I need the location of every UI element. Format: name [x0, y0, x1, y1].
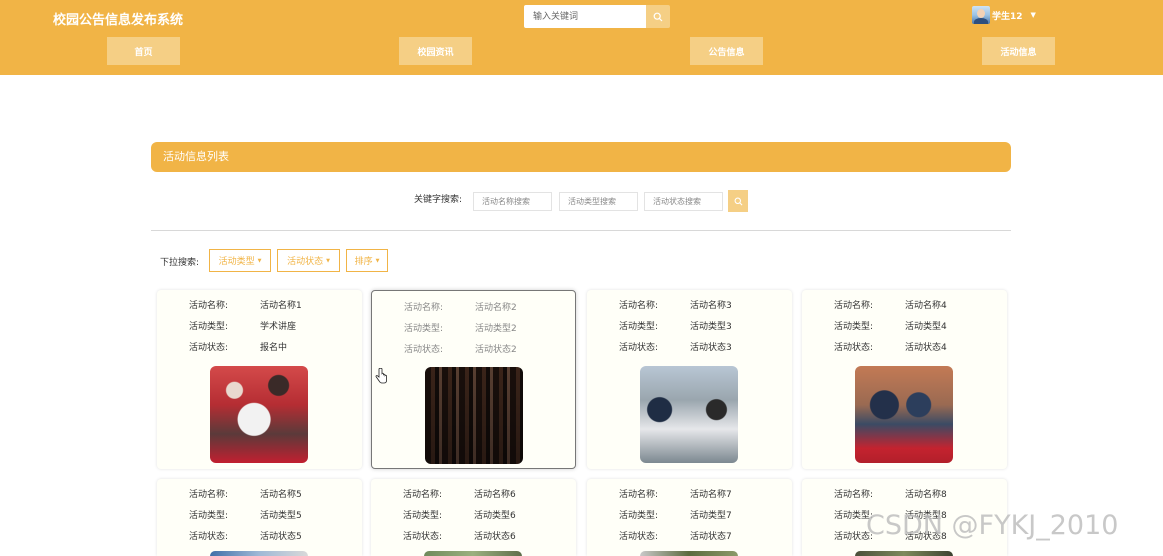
user-name: 学生12 — [992, 11, 1023, 22]
watermark: CSDN @FYKJ_2010 — [866, 510, 1119, 541]
activity-image[interactable] — [210, 366, 308, 463]
activity-type: 活动类型2 — [475, 324, 517, 334]
activity-type: 活动类型3 — [690, 322, 732, 332]
activity-name: 活动名称6 — [474, 490, 516, 500]
search-icon — [734, 197, 742, 205]
activity-type-search-input[interactable] — [559, 192, 638, 211]
status-label: 活动状态: — [404, 345, 444, 355]
activity-type-dropdown[interactable]: 活动类型 ▼ — [209, 249, 271, 272]
type-label: 活动类型: — [403, 511, 443, 521]
name-label: 活动名称: — [189, 490, 229, 500]
divider — [151, 230, 1011, 231]
activity-name-search-input[interactable] — [473, 192, 552, 211]
activity-status: 活动状态3 — [690, 343, 732, 353]
caret-down-icon: ▼ — [326, 257, 330, 264]
type-label: 活动类型: — [834, 322, 874, 332]
hand-cursor-icon — [375, 368, 387, 384]
activity-image[interactable] — [640, 551, 738, 556]
status-label: 活动状态: — [834, 343, 874, 353]
sort-dropdown[interactable]: 排序 ▼ — [346, 249, 388, 272]
activity-image[interactable] — [640, 366, 738, 463]
nav-announcements[interactable]: 公告信息 — [690, 37, 763, 65]
name-label: 活动名称: — [834, 490, 874, 500]
activity-name: 活动名称4 — [905, 301, 947, 311]
nav-home[interactable]: 首页 — [107, 37, 180, 65]
activity-card[interactable]: 活动名称: 活动名称3 活动类型: 活动类型3 活动状态: 活动状态3 — [587, 290, 792, 469]
type-label: 活动类型: — [619, 322, 659, 332]
status-label: 活动状态: — [403, 532, 443, 542]
activity-name: 活动名称8 — [905, 490, 947, 500]
section-title-bar: 活动信息列表 — [151, 142, 1011, 172]
name-label: 活动名称: — [834, 301, 874, 311]
name-label: 活动名称: — [403, 490, 443, 500]
name-label: 活动名称: — [619, 490, 659, 500]
status-label: 活动状态: — [189, 532, 229, 542]
type-label: 活动类型: — [189, 322, 229, 332]
activity-status: 活动状态5 — [260, 532, 302, 542]
type-label: 活动类型: — [189, 511, 229, 521]
status-label: 活动状态: — [619, 532, 659, 542]
activity-name: 活动名称5 — [260, 490, 302, 500]
activity-image[interactable] — [855, 366, 953, 463]
activity-name: 活动名称7 — [690, 490, 732, 500]
activity-image[interactable] — [424, 551, 522, 556]
activity-card[interactable]: 活动名称: 活动名称4 活动类型: 活动类型4 活动状态: 活动状态4 — [802, 290, 1007, 469]
name-label: 活动名称: — [404, 303, 444, 313]
activity-type: 活动类型4 — [905, 322, 947, 332]
name-label: 活动名称: — [619, 301, 659, 311]
dropdown-label: 活动状态 — [287, 257, 324, 267]
nav-activities[interactable]: 活动信息 — [982, 37, 1055, 65]
activity-type: 学术讲座 — [260, 322, 297, 332]
activity-image[interactable] — [425, 367, 523, 464]
activity-name: 活动名称1 — [260, 301, 302, 311]
activity-status: 活动状态4 — [905, 343, 947, 353]
nav-campus-news[interactable]: 校园资讯 — [399, 37, 472, 65]
top-header: 校园公告信息发布系统 学生12 ▼ 首页 校园资讯 公告信息 活动信息 — [0, 0, 1163, 75]
search-icon — [653, 12, 663, 21]
keyword-search-label: 关键字搜索: — [414, 195, 463, 205]
activity-type: 活动类型6 — [474, 511, 516, 521]
activity-name: 活动名称2 — [475, 303, 517, 313]
activity-image[interactable] — [210, 551, 308, 556]
activity-status: 活动状态2 — [475, 345, 517, 355]
activity-type: 活动类型7 — [690, 511, 732, 521]
activity-status: 报名中 — [260, 343, 288, 353]
activity-status-dropdown[interactable]: 活动状态 ▼ — [277, 249, 340, 272]
caret-down-icon: ▼ — [1030, 11, 1036, 19]
caret-down-icon: ▼ — [257, 257, 262, 264]
dropdown-search-label: 下拉搜索: — [160, 258, 200, 268]
caret-down-icon: ▼ — [375, 257, 380, 264]
user-menu[interactable]: 学生12 ▼ — [972, 6, 1036, 24]
activity-status: 活动状态7 — [690, 532, 732, 542]
name-label: 活动名称: — [189, 301, 229, 311]
activity-card[interactable]: 活动名称: 活动名称6 活动类型: 活动类型6 活动状态: 活动状态6 — [371, 479, 576, 556]
activity-status-search-input[interactable] — [644, 192, 723, 211]
activity-card[interactable]: 活动名称: 活动名称7 活动类型: 活动类型7 活动状态: 活动状态7 — [587, 479, 792, 556]
activity-status: 活动状态6 — [474, 532, 516, 542]
header-search-button[interactable] — [646, 5, 670, 28]
type-label: 活动类型: — [404, 324, 444, 334]
keyword-search-button[interactable] — [728, 190, 748, 212]
avatar — [972, 6, 990, 24]
site-title: 校园公告信息发布系统 — [53, 13, 184, 28]
activity-image[interactable] — [855, 551, 953, 556]
activity-name: 活动名称3 — [690, 301, 732, 311]
type-label: 活动类型: — [619, 511, 659, 521]
dropdown-label: 活动类型 — [218, 257, 255, 267]
header-search-input[interactable] — [524, 5, 646, 28]
status-label: 活动状态: — [619, 343, 659, 353]
status-label: 活动状态: — [189, 343, 229, 353]
dropdown-label: 排序 — [354, 257, 373, 267]
activity-card[interactable]: 活动名称: 活动名称5 活动类型: 活动类型5 活动状态: 活动状态5 — [157, 479, 362, 556]
activity-card[interactable]: 活动名称: 活动名称1 活动类型: 学术讲座 活动状态: 报名中 — [157, 290, 362, 469]
activity-type: 活动类型5 — [260, 511, 302, 521]
activity-card[interactable]: 活动名称: 活动名称2 活动类型: 活动类型2 活动状态: 活动状态2 — [371, 290, 576, 469]
